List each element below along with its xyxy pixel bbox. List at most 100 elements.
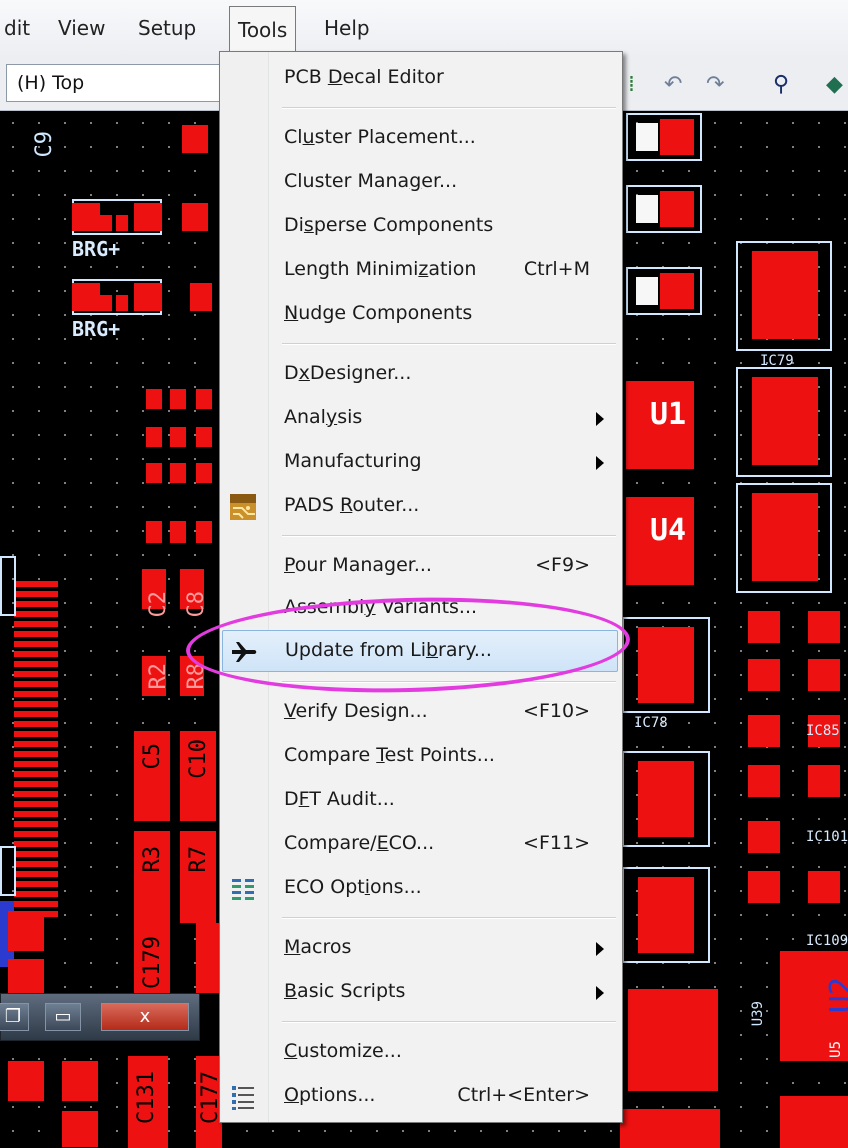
menu-item-options[interactable]: Options... Ctrl+<Enter> xyxy=(222,1076,618,1118)
menu-item-cluster-manager[interactable]: Cluster Manager... xyxy=(222,162,618,204)
menu-item-label: Basic Scripts xyxy=(284,980,406,1002)
menu-item-cluster-placement[interactable]: Cluster Placement... xyxy=(222,118,618,160)
tools-menu: PCB Decal Editor Cluster Placement... Cl… xyxy=(219,51,623,1123)
pad xyxy=(638,761,694,837)
menu-item-disperse-components[interactable]: Disperse Components xyxy=(222,206,618,248)
pad xyxy=(182,203,208,231)
pad xyxy=(196,427,212,447)
menu-item-label: PCB Decal Editor xyxy=(284,66,444,88)
ref-label: U1 xyxy=(650,397,687,432)
menu-tools[interactable]: Tools xyxy=(229,6,297,53)
pad xyxy=(196,521,212,543)
ref-label: C10 xyxy=(186,739,211,779)
menu-item-length-minimization[interactable]: Length Minimization Ctrl+M xyxy=(222,250,618,292)
ref-label: BRG+ xyxy=(72,317,121,341)
ref-label: BRG+ xyxy=(72,237,121,261)
pad xyxy=(170,389,186,409)
ref-label: C5 xyxy=(140,743,165,770)
menu-item-shortcut: <F9> xyxy=(535,554,590,576)
menu-setup[interactable]: Setup xyxy=(138,16,196,40)
menu-item-label: Cluster Placement... xyxy=(284,126,476,148)
menu-item-label: PADS Router... xyxy=(284,494,420,516)
pad xyxy=(808,659,840,691)
redo-icon[interactable]: ↷ xyxy=(706,72,724,97)
ref-label: C131 xyxy=(134,1071,159,1124)
pad xyxy=(628,989,718,1091)
menu-item-label: Verify Design... xyxy=(284,700,428,722)
pad xyxy=(660,191,694,227)
pad xyxy=(146,521,162,543)
menu-item-label: Pour Manager... xyxy=(284,554,432,576)
maximize-button[interactable]: ▭ xyxy=(45,1003,81,1031)
pad xyxy=(808,871,840,903)
pad xyxy=(638,627,694,703)
menu-item-update-from-library[interactable]: Update from Library... xyxy=(222,630,618,672)
ref-label: R3 xyxy=(140,846,165,873)
pad xyxy=(62,1111,98,1147)
menu-separator xyxy=(282,1021,616,1023)
close-button[interactable]: x xyxy=(101,1003,189,1031)
zoom-icon[interactable]: ⚲ xyxy=(773,72,789,97)
menu-item-shortcut: <F10> xyxy=(523,700,590,722)
menu-item-label: ECO Options... xyxy=(284,876,422,898)
menu-item-analysis[interactable]: Analysis xyxy=(222,398,618,440)
menu-item-label: Disperse Components xyxy=(284,214,494,236)
pad xyxy=(8,911,44,951)
menu-item-basic-scripts[interactable]: Basic Scripts xyxy=(222,972,618,1014)
menu-item-manufacturing[interactable]: Manufacturing xyxy=(222,442,618,484)
menu-item-macros[interactable]: Macros xyxy=(222,928,618,970)
silk-outline xyxy=(0,556,16,616)
menu-item-verify-design[interactable]: Verify Design... <F10> xyxy=(222,692,618,734)
menu-item-label: Length Minimization xyxy=(284,258,477,280)
layer-select[interactable]: (H) Top xyxy=(6,64,236,102)
pad xyxy=(170,463,186,483)
undo-icon[interactable]: ↶ xyxy=(664,72,682,97)
menu-help[interactable]: Help xyxy=(324,16,370,40)
ref-label: C179 xyxy=(140,936,165,989)
menu-item-eco-options[interactable]: ECO Options... xyxy=(222,868,618,910)
menu-item-label: Customize... xyxy=(284,1040,402,1062)
menu-item-nudge-components[interactable]: Nudge Components xyxy=(222,294,618,336)
menu-item-label: Analysis xyxy=(284,406,363,428)
pad xyxy=(8,1061,44,1101)
menu-item-compare-test-points[interactable]: Compare Test Points... xyxy=(222,736,618,778)
menu-separator xyxy=(282,917,616,919)
ref-label: R2 xyxy=(146,663,171,690)
ref-label: IC109 xyxy=(806,933,848,949)
menu-item-label: Options... xyxy=(284,1084,376,1106)
pads-router-icon xyxy=(230,494,256,520)
menu-item-pour-manager[interactable]: Pour Manager... <F9> xyxy=(222,546,618,588)
menu-item-assembly-variants[interactable]: Assembly Variants... xyxy=(222,588,618,630)
pad xyxy=(638,877,694,953)
menu-view[interactable]: View xyxy=(58,16,105,40)
menu-item-label: Compare/ECO... xyxy=(284,832,435,854)
pad xyxy=(636,123,658,151)
close-icon: x xyxy=(139,1006,151,1027)
pad xyxy=(748,659,780,691)
pad xyxy=(636,195,658,223)
menu-item-pads-router[interactable]: PADS Router... xyxy=(222,486,618,528)
menu-item-dxdesigner[interactable]: DxDesigner... xyxy=(222,354,618,396)
ref-label: C9 xyxy=(32,131,57,158)
pad xyxy=(170,427,186,447)
pad xyxy=(620,1109,720,1148)
menu-separator xyxy=(282,535,616,537)
ref-label: U5 xyxy=(828,1041,844,1058)
menu-item-compare-eco[interactable]: Compare/ECO... <F11> xyxy=(222,824,618,866)
ref-label: IC78 xyxy=(634,715,668,731)
menu-edit[interactable]: dit xyxy=(4,16,30,40)
pad xyxy=(660,119,694,155)
pad xyxy=(748,611,780,643)
restore-button[interactable]: ❐ xyxy=(0,1003,29,1031)
menu-item-customize[interactable]: Customize... xyxy=(222,1032,618,1074)
ref-label: IC85 xyxy=(806,723,840,739)
layer-icon[interactable]: ◆ xyxy=(826,72,843,97)
menu-item-pcb-decal-editor[interactable]: PCB Decal Editor xyxy=(222,58,618,100)
ref-label: U4 xyxy=(650,513,687,548)
menu-item-label: DFT Audit... xyxy=(284,788,395,810)
menu-item-label: Macros xyxy=(284,936,352,958)
route-icon[interactable]: ⁞ xyxy=(628,72,635,97)
menu-item-dft-audit[interactable]: DFT Audit... xyxy=(222,780,618,822)
pad xyxy=(134,283,162,311)
pad xyxy=(748,821,780,853)
